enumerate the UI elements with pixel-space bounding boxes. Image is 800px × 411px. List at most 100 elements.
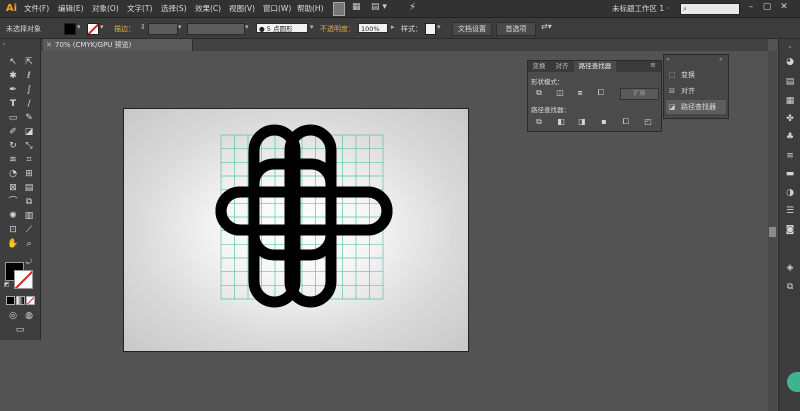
- type-tool-icon[interactable]: T: [6, 97, 20, 111]
- dock-expand-icon[interactable]: »: [666, 56, 670, 63]
- menu-select[interactable]: 选择(S): [161, 3, 187, 14]
- trim-icon[interactable]: ◧: [555, 117, 567, 127]
- zoom-tool-icon[interactable]: ⌕: [22, 237, 36, 251]
- menu-view[interactable]: 视图(V): [229, 3, 255, 14]
- opacity-field[interactable]: 100%: [358, 23, 388, 33]
- variable-width-profile[interactable]: [187, 23, 245, 35]
- expand-button[interactable]: 扩展: [620, 88, 659, 100]
- menu-edit[interactable]: 编辑(E): [58, 3, 84, 14]
- search-input[interactable]: ⌕: [680, 3, 740, 15]
- opacity-label[interactable]: 不透明度：: [320, 24, 355, 34]
- transparency-icon[interactable]: ◑: [782, 186, 798, 200]
- document-tab[interactable]: ✕ 70% (CMYK/GPU 预览): [43, 39, 193, 51]
- menu-object[interactable]: 对象(O): [92, 3, 119, 14]
- exclude-icon[interactable]: ⧠: [595, 88, 607, 98]
- free-transform-tool-icon[interactable]: ⌗: [22, 153, 36, 167]
- close-tab-icon[interactable]: ✕: [46, 39, 52, 51]
- stroke-color-swatch[interactable]: [87, 23, 99, 35]
- stock-icon[interactable]: ▦: [352, 2, 361, 12]
- arrange-documents-icon[interactable]: ⇄▾: [541, 22, 552, 31]
- brushes-icon[interactable]: ✤: [782, 112, 798, 126]
- artboard-tool-icon[interactable]: ⊡: [6, 223, 20, 237]
- menu-window[interactable]: 窗口(W): [263, 3, 291, 14]
- eyedropper-tool-icon[interactable]: ⌒: [6, 195, 20, 209]
- dock-item-pathfinder[interactable]: ◪ 路径查找器: [666, 100, 726, 114]
- curvature-tool-icon[interactable]: ∫: [22, 83, 36, 97]
- symbols-icon[interactable]: ♣: [782, 130, 798, 144]
- profile-dropdown-icon[interactable]: ▾: [245, 23, 249, 31]
- slice-tool-icon[interactable]: ⟋: [22, 223, 36, 237]
- divide-icon[interactable]: ⧉: [533, 117, 545, 127]
- rotate-tool-icon[interactable]: ↻: [6, 139, 20, 153]
- tab-pathfinder[interactable]: 路径查找器: [574, 61, 616, 72]
- lasso-tool-icon[interactable]: ℓ: [22, 69, 36, 83]
- dock-collapse-icon[interactable]: «: [719, 56, 723, 63]
- outline-icon[interactable]: ⧠: [620, 117, 632, 127]
- paintbrush-tool-icon[interactable]: ✎: [22, 111, 36, 125]
- swatches-icon[interactable]: ▦: [782, 94, 798, 108]
- mesh-tool-icon[interactable]: ⊠: [6, 181, 20, 195]
- stroke-dropdown-icon[interactable]: ▾: [100, 23, 104, 31]
- layers-icon[interactable]: ◈: [782, 261, 798, 275]
- color-guide-icon[interactable]: ▤: [782, 75, 798, 89]
- minimize-icon[interactable]: –: [744, 1, 758, 14]
- graphic-style-swatch[interactable]: [425, 23, 436, 35]
- gradient-panel-icon[interactable]: ▬: [782, 167, 798, 181]
- default-fill-stroke-icon[interactable]: ◩: [4, 281, 10, 288]
- brush-definition[interactable]: ● 5 点圆形: [256, 23, 308, 33]
- menu-effect[interactable]: 效果(C): [195, 3, 221, 14]
- pen-tool-icon[interactable]: ✒: [6, 83, 20, 97]
- document-setup-button[interactable]: 文档设置: [452, 22, 492, 36]
- menu-file[interactable]: 文件(F): [24, 3, 49, 14]
- close-icon[interactable]: ✕: [777, 1, 791, 14]
- stroke-weight-stepper[interactable]: ⇕: [140, 23, 146, 31]
- dock-item-align[interactable]: ⊟ 对齐: [666, 84, 726, 98]
- bridge-icon[interactable]: [333, 2, 345, 16]
- gradient-tool-icon[interactable]: ▤: [22, 181, 36, 195]
- menu-type[interactable]: 文字(T): [127, 3, 152, 14]
- direct-selection-tool-icon[interactable]: ⇱: [22, 55, 36, 69]
- swap-fill-stroke-icon[interactable]: ⤾: [26, 258, 32, 267]
- dock-item-transform[interactable]: ⬚ 变换: [666, 68, 726, 82]
- magic-wand-icon[interactable]: ✱: [6, 69, 20, 83]
- gradient-mode-icon[interactable]: [16, 296, 25, 305]
- line-tool-icon[interactable]: /: [22, 97, 36, 111]
- stroke-label[interactable]: 描边：: [114, 24, 135, 34]
- stroke-swatch[interactable]: [14, 270, 33, 289]
- blend-tool-icon[interactable]: ⧉: [22, 195, 36, 209]
- shape-builder-tool-icon[interactable]: ◔: [6, 167, 20, 181]
- minus-back-icon[interactable]: ◰: [642, 117, 654, 127]
- rectangle-tool-icon[interactable]: ▭: [6, 111, 20, 125]
- draw-behind-icon[interactable]: ◍: [22, 309, 36, 323]
- scrollbar-thumb[interactable]: [769, 227, 776, 237]
- scale-tool-icon[interactable]: ⤡: [22, 139, 36, 153]
- panel-menu-icon[interactable]: ≡: [650, 61, 656, 69]
- opacity-dropdown-icon[interactable]: ▸: [391, 23, 395, 31]
- knot-shape[interactable]: [215, 124, 393, 308]
- screen-mode-icon[interactable]: ▭: [13, 323, 27, 337]
- width-tool-icon[interactable]: ≋: [6, 153, 20, 167]
- tab-transform[interactable]: 变换: [528, 61, 550, 72]
- selection-tool-icon[interactable]: ↖: [6, 55, 20, 69]
- perspective-grid-tool-icon[interactable]: ⊞: [22, 167, 36, 181]
- menu-help[interactable]: 帮助(H): [297, 3, 324, 14]
- column-graph-tool-icon[interactable]: ▥: [22, 209, 36, 223]
- fill-color-swatch[interactable]: [64, 23, 76, 35]
- crop-icon[interactable]: ▪: [598, 117, 610, 127]
- stroke-weight-dropdown-icon[interactable]: ▾: [178, 23, 182, 31]
- merge-icon[interactable]: ◨: [576, 117, 588, 127]
- none-mode-icon[interactable]: [26, 296, 35, 305]
- intersect-icon[interactable]: ⧈: [574, 88, 586, 98]
- unite-icon[interactable]: ⧉: [533, 88, 545, 98]
- artboard[interactable]: [123, 108, 469, 352]
- appearance-icon[interactable]: ☰: [782, 204, 798, 218]
- hand-tool-icon[interactable]: ✋: [6, 237, 20, 251]
- minus-front-icon[interactable]: ◫: [554, 88, 566, 98]
- assistant-badge[interactable]: [787, 372, 800, 392]
- symbol-sprayer-tool-icon[interactable]: ✺: [6, 209, 20, 223]
- gpu-performance-icon[interactable]: ⚡: [409, 2, 416, 13]
- workspace-switcher[interactable]: 未标题工作区 1 ·: [612, 3, 669, 14]
- preferences-button[interactable]: 首选项: [496, 22, 536, 36]
- artboards-icon[interactable]: ⧉: [782, 280, 798, 294]
- maximize-icon[interactable]: ▢: [760, 1, 774, 14]
